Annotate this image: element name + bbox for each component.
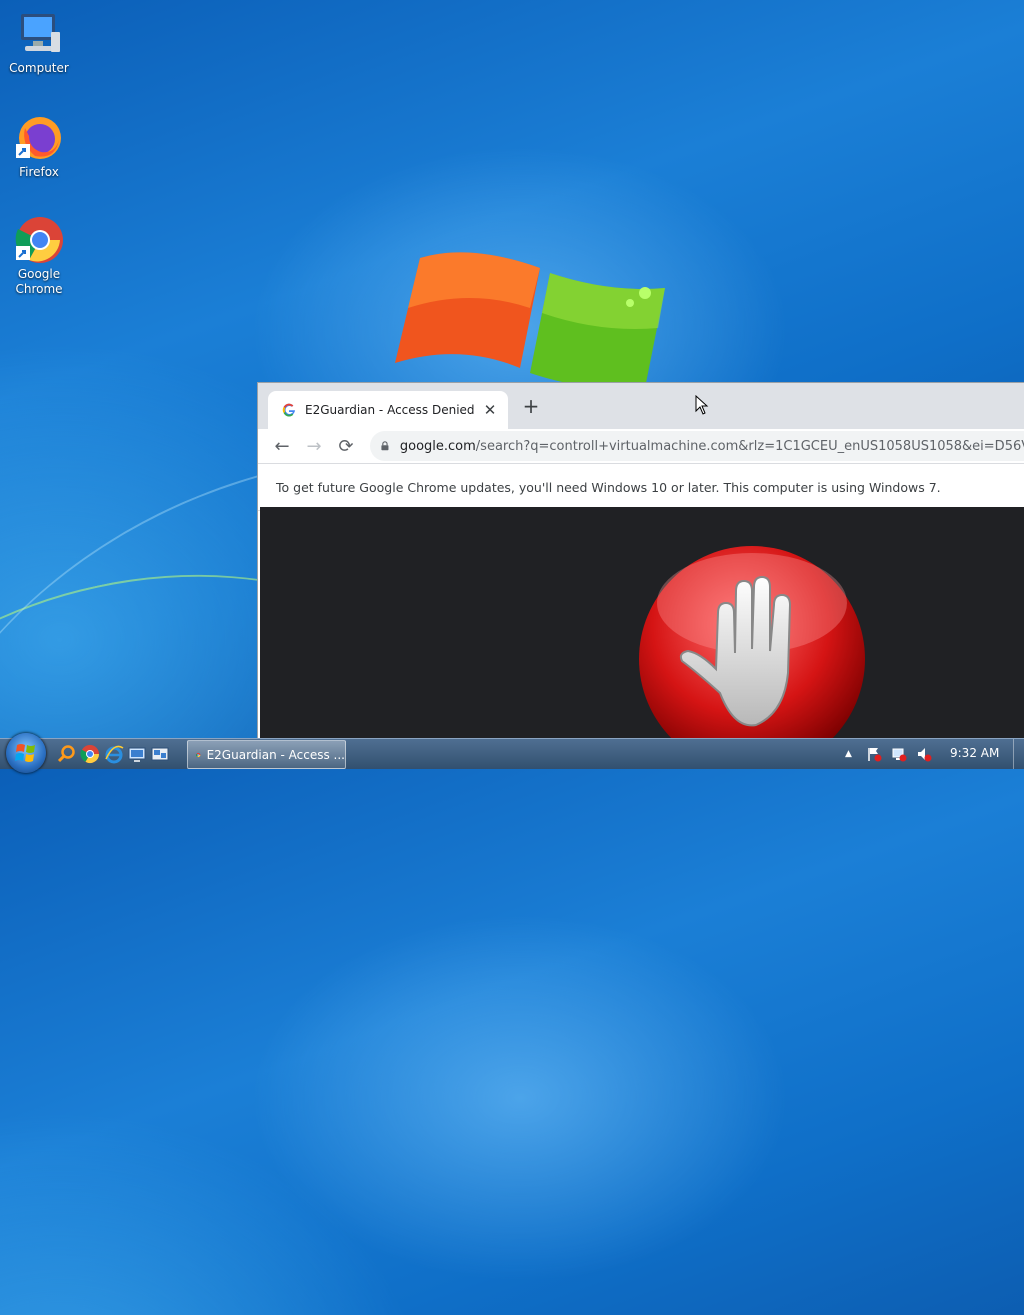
tab-title: E2Guardian - Access Denied xyxy=(305,403,475,417)
url-host: google.com xyxy=(399,438,476,454)
chrome-task-icon xyxy=(196,752,201,757)
computer-icon xyxy=(15,10,63,58)
chrome-window[interactable]: E2Guardian - Access Denied ✕ + ← → ⟳ goo… xyxy=(257,382,1024,739)
display-settings-icon[interactable] xyxy=(127,744,147,764)
network-icon[interactable] xyxy=(891,746,907,762)
desktop-icon-label: Computer xyxy=(9,61,69,75)
address-bar[interactable]: google.com/search?q=controll+virtualmach… xyxy=(370,431,1024,461)
desktop-icon-label-line2: Chrome xyxy=(15,282,63,296)
url-path: /search?q=controll+virtualmachine.com&rl… xyxy=(475,438,1024,454)
new-tab-button[interactable]: + xyxy=(520,395,542,417)
chrome-taskbar-icon[interactable] xyxy=(80,744,100,764)
windows-logo xyxy=(395,252,665,388)
lock-icon xyxy=(381,441,389,451)
taskbar: E2Guardian - Access ... ▲ 9:32 AM xyxy=(0,733,1024,773)
firefox-icon xyxy=(15,114,63,162)
system-clock[interactable]: 9:32 AM xyxy=(950,746,999,760)
windows-flag-icon xyxy=(15,744,35,762)
back-button[interactable]: ← xyxy=(266,436,298,457)
search-icon[interactable] xyxy=(57,744,77,764)
desktop-icon-firefox[interactable]: Firefox xyxy=(1,114,77,180)
remote-desktop-icon[interactable] xyxy=(150,744,170,764)
start-button[interactable] xyxy=(6,733,46,773)
chrome-icon xyxy=(15,216,63,264)
show-hidden-icons-button[interactable]: ▲ xyxy=(845,749,852,759)
desktop-icon-chrome[interactable]: Google Chrome xyxy=(1,216,77,297)
infobar-text: To get future Google Chrome updates, you… xyxy=(276,479,941,495)
desktop-icon-label: Firefox xyxy=(19,165,59,179)
reload-button[interactable]: ⟳ xyxy=(330,436,362,457)
taskbar-task-label: E2Guardian - Access ... xyxy=(206,747,345,762)
desktop-icon-label-line1: Google xyxy=(17,267,61,281)
tab-close-button[interactable]: ✕ xyxy=(480,401,500,419)
tab-access-denied[interactable]: E2Guardian - Access Denied ✕ xyxy=(268,391,508,429)
stop-hand-icon xyxy=(639,546,865,739)
forward-button[interactable]: → xyxy=(298,436,330,457)
browser-toolbar: ← → ⟳ google.com/search?q=controll+virtu… xyxy=(258,429,1024,463)
show-desktop-button[interactable] xyxy=(1013,739,1024,769)
google-favicon-icon xyxy=(282,403,295,417)
mouse-cursor-icon xyxy=(695,395,709,415)
taskbar-chrome-task[interactable]: E2Guardian - Access ... xyxy=(187,740,346,769)
action-center-flag-icon[interactable] xyxy=(866,746,882,762)
internet-explorer-icon[interactable] xyxy=(104,744,124,764)
windows7-update-infobar: To get future Google Chrome updates, you… xyxy=(258,463,1024,511)
desktop-icon-computer[interactable]: Computer xyxy=(1,10,77,76)
volume-muted-icon[interactable] xyxy=(916,746,932,762)
tab-strip[interactable]: E2Guardian - Access Denied ✕ + xyxy=(258,383,1024,429)
page-content xyxy=(260,507,1024,739)
